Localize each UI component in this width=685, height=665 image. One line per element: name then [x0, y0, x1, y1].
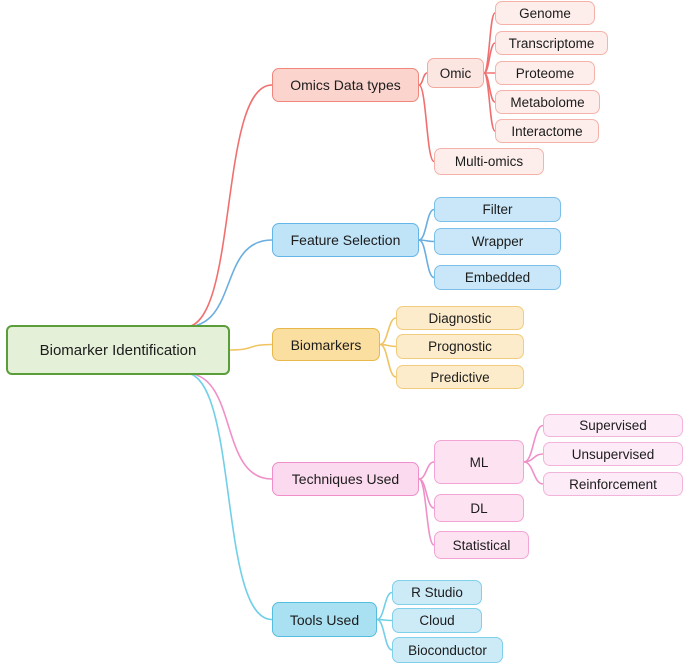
node-genome[interactable]: Genome [495, 1, 595, 25]
edge-omics-data-types-to-multi-omics [418, 84, 435, 163]
branch-node-techniques-used[interactable]: Techniques Used [272, 462, 419, 496]
node-diagnostic-label: Diagnostic [428, 310, 492, 326]
mindmap-canvas: Biomarker Identification Omics Data types… [0, 0, 685, 665]
branch-node-feature-selection-label: Feature Selection [290, 232, 401, 248]
branch-node-tools-used[interactable]: Tools Used [272, 602, 377, 637]
node-cloud[interactable]: Cloud [392, 608, 482, 633]
node-embedded[interactable]: Embedded [434, 265, 561, 290]
node-prognostic[interactable]: Prognostic [396, 334, 524, 359]
branch-node-biomarkers-label: Biomarkers [290, 336, 362, 353]
node-multi-omics[interactable]: Multi-omics [434, 148, 544, 175]
node-transcriptome[interactable]: Transcriptome [495, 31, 608, 55]
node-prognostic-label: Prognostic [428, 339, 492, 354]
node-dl[interactable]: DL [434, 494, 524, 522]
node-embedded-label: Embedded [464, 270, 531, 285]
node-filter[interactable]: Filter [434, 197, 561, 222]
edge-omic-to-metabolome [483, 72, 496, 103]
branch-node-biomarkers[interactable]: Biomarkers [272, 328, 380, 361]
edge-ml-to-reinforcement [523, 461, 544, 485]
branch-node-omics-data-types-label: Omics Data types [290, 77, 401, 93]
node-diagnostic[interactable]: Diagnostic [396, 306, 524, 330]
edge-techniques-used-to-ml [418, 461, 435, 480]
node-cloud-label: Cloud [419, 613, 455, 628]
node-filter-label: Filter [482, 202, 513, 217]
node-multi-omics-label: Multi-omics [454, 154, 524, 169]
node-transcriptome-label: Transcriptome [508, 35, 595, 51]
edge-root-to-biomarkers [229, 343, 273, 351]
edge-root-to-tools-used [184, 372, 273, 621]
edge-ml-to-supervised [523, 424, 544, 463]
branch-node-tools-used-label: Tools Used [289, 611, 360, 628]
branch-node-feature-selection[interactable]: Feature Selection [272, 223, 419, 257]
node-wrapper[interactable]: Wrapper [434, 228, 561, 255]
node-omic-label: Omic [439, 65, 472, 81]
node-predictive[interactable]: Predictive [396, 365, 524, 389]
edge-feature-selection-to-filter [418, 208, 435, 241]
node-predictive-label: Predictive [430, 369, 490, 385]
node-r-studio-label: R Studio [411, 585, 463, 600]
edge-omic-to-interactome [483, 72, 496, 132]
root-node-biomarker-identification-label: Biomarker Identification [39, 341, 197, 359]
node-wrapper-label: Wrapper [471, 234, 524, 249]
node-reinforcement-label: Reinforcement [569, 476, 657, 492]
edge-root-to-techniques-used [184, 372, 273, 480]
node-supervised-label: Supervised [579, 418, 647, 433]
edge-feature-selection-to-embedded [418, 239, 435, 279]
edge-biomarkers-to-prognostic [379, 343, 397, 348]
edge-techniques-used-to-statistical [418, 478, 435, 546]
root-node-biomarker-identification[interactable]: Biomarker Identification [6, 325, 230, 375]
node-r-studio[interactable]: R Studio [392, 580, 482, 605]
node-interactome-label: Interactome [511, 123, 583, 139]
edge-biomarkers-to-predictive [379, 343, 397, 378]
edge-tools-used-to-cloud [376, 618, 393, 622]
node-metabolome-label: Metabolome [510, 94, 585, 110]
node-statistical[interactable]: Statistical [434, 531, 529, 559]
edge-root-to-omics-data-types [184, 84, 273, 328]
edge-omics-data-types-to-omic [418, 72, 428, 86]
edge-tools-used-to-r-studio [376, 591, 393, 621]
edge-ml-to-unsupervised [523, 453, 544, 463]
edge-feature-selection-to-wrapper [418, 239, 435, 243]
edge-omic-to-genome [483, 12, 496, 74]
node-unsupervised-label: Unsupervised [571, 446, 655, 462]
node-ml[interactable]: ML [434, 440, 524, 484]
branch-node-omics-data-types[interactable]: Omics Data types [272, 68, 419, 102]
node-supervised[interactable]: Supervised [543, 414, 683, 437]
node-proteome[interactable]: Proteome [495, 61, 595, 85]
node-genome-label: Genome [519, 5, 571, 21]
node-unsupervised[interactable]: Unsupervised [543, 442, 683, 466]
edge-root-to-feature-selection [184, 239, 273, 328]
node-proteome-label: Proteome [515, 65, 575, 81]
node-statistical-label: Statistical [452, 537, 511, 553]
branch-node-techniques-used-label: Techniques Used [291, 471, 400, 487]
node-bioconductor[interactable]: Bioconductor [392, 637, 503, 663]
node-interactome[interactable]: Interactome [495, 119, 599, 143]
edge-omic-to-transcriptome [483, 42, 496, 74]
edge-techniques-used-to-dl [418, 478, 435, 509]
edge-biomarkers-to-diagnostic [379, 317, 397, 346]
node-bioconductor-label: Bioconductor [408, 642, 487, 658]
node-dl-label: DL [470, 500, 488, 516]
node-reinforcement[interactable]: Reinforcement [543, 472, 683, 496]
node-ml-label: ML [469, 454, 489, 470]
node-metabolome[interactable]: Metabolome [495, 90, 600, 114]
node-omic[interactable]: Omic [427, 58, 484, 88]
edge-tools-used-to-bioconductor [376, 618, 393, 651]
